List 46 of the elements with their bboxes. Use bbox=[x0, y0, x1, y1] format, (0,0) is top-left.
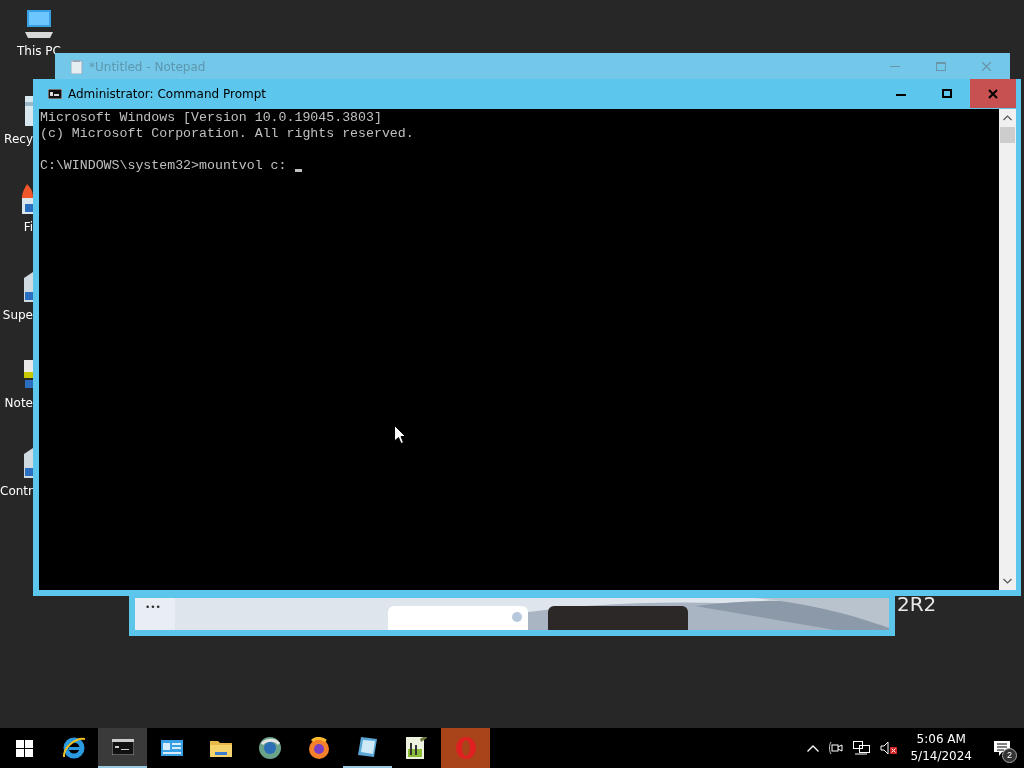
mouse-pointer-icon bbox=[394, 425, 406, 444]
scrollbar[interactable] bbox=[999, 109, 1016, 590]
console-line: Microsoft Windows [Version 10.0.19045.3803] bbox=[40, 110, 382, 126]
icon-label: Recy bbox=[4, 132, 33, 146]
shortcut-icon[interactable] bbox=[22, 184, 33, 214]
scroll-thumb[interactable] bbox=[1000, 127, 1015, 143]
muted-speaker-icon[interactable] bbox=[880, 741, 898, 755]
scroll-up-icon[interactable] bbox=[1003, 115, 1012, 121]
clock[interactable]: 5:06 AM 5/14/2024 bbox=[902, 731, 980, 765]
console-line: (c) Microsoft Corporation. All rights reserved. bbox=[40, 126, 414, 142]
maximize-icon bbox=[942, 88, 952, 99]
close-button[interactable] bbox=[970, 79, 1016, 108]
network-icon[interactable] bbox=[853, 741, 871, 755]
globe-icon bbox=[258, 737, 281, 759]
circle-icon bbox=[512, 612, 522, 622]
icon-label: Note bbox=[4, 396, 33, 410]
console-line: C:\WINDOWS\system32>mountvol c: bbox=[40, 158, 287, 174]
icon-label: Fi bbox=[23, 220, 33, 234]
scroll-down-icon[interactable] bbox=[1003, 578, 1012, 584]
computer-icon[interactable] bbox=[23, 8, 55, 38]
notification-count: 2 bbox=[1002, 748, 1017, 763]
shortcut-icon[interactable] bbox=[22, 272, 33, 302]
search-field[interactable] bbox=[388, 606, 528, 630]
close-icon bbox=[982, 62, 992, 71]
maximize-icon bbox=[936, 62, 946, 71]
folder-icon bbox=[209, 739, 232, 757]
console-icon bbox=[111, 739, 134, 755]
icon-label: Supe bbox=[2, 308, 33, 322]
windows-start-icon bbox=[16, 739, 33, 757]
window-title: Administrator: Command Prompt bbox=[68, 86, 266, 101]
tablet-icon bbox=[357, 736, 378, 758]
fox-globe-icon bbox=[307, 737, 330, 759]
console-icon bbox=[48, 88, 62, 99]
browser-icon bbox=[62, 737, 85, 759]
close-icon bbox=[988, 88, 998, 99]
chart-document-icon bbox=[406, 737, 427, 759]
notifications-button[interactable]: 2 bbox=[980, 728, 1024, 768]
icon-label: Contr bbox=[0, 484, 33, 498]
camera-icon[interactable] bbox=[829, 741, 844, 755]
control-panel-icon bbox=[160, 740, 183, 756]
shortcut-icon[interactable] bbox=[22, 448, 33, 478]
taskbar-button[interactable] bbox=[98, 728, 147, 768]
window-title: *Untitled - Notepad bbox=[89, 59, 206, 74]
ring-icon bbox=[454, 737, 477, 759]
chevron-up-icon[interactable] bbox=[807, 744, 820, 752]
wallpaper-text: 2R2 bbox=[897, 594, 937, 614]
